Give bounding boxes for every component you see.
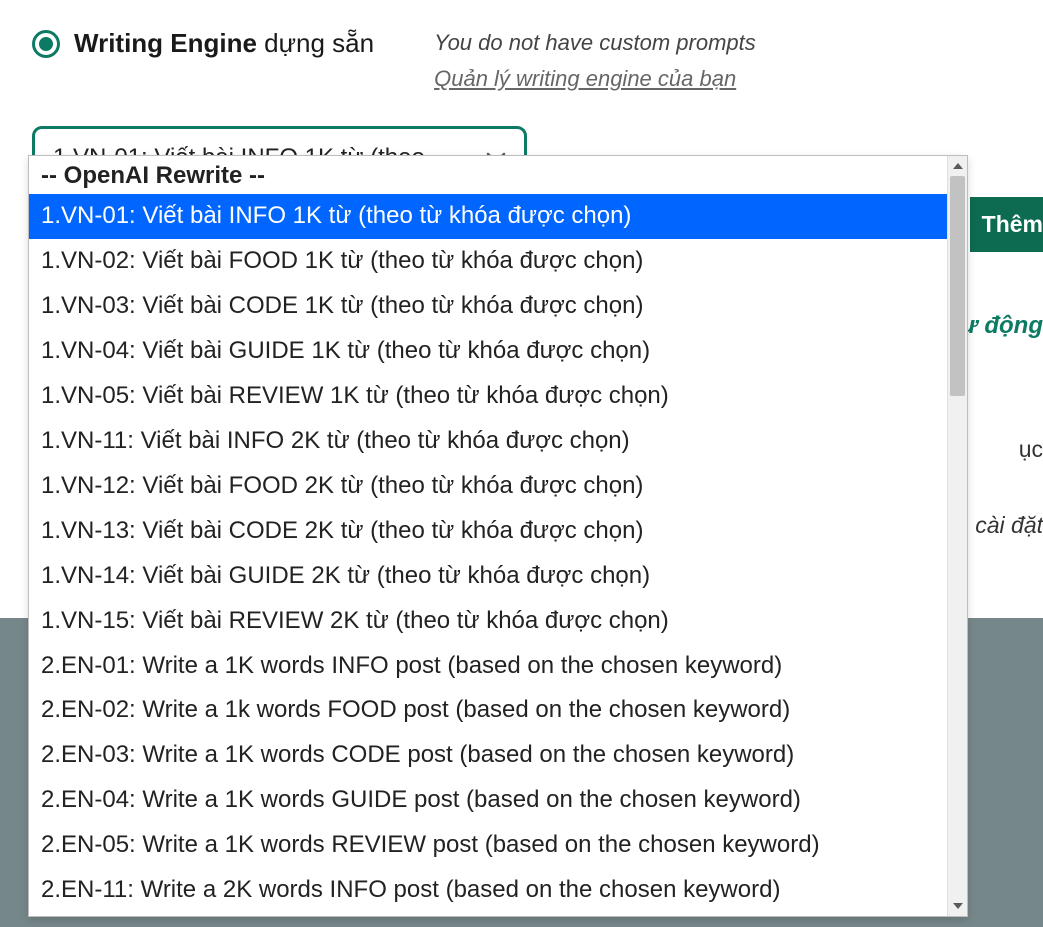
writing-engine-label-bold: Writing Engine <box>74 28 257 58</box>
scroll-thumb[interactable] <box>950 176 965 396</box>
dropdown-option[interactable]: 2.EN-12: Write a 2K words FOOD post (bas… <box>29 913 967 916</box>
dropdown-option[interactable]: 2.EN-02: Write a 1k words FOOD post (bas… <box>29 688 967 733</box>
writing-engine-dropdown[interactable]: -- OpenAI Rewrite -- 1.VN-01: Viết bài I… <box>28 155 968 917</box>
bg-text-caidat-partial: cài đặt <box>975 512 1043 539</box>
bg-auto-text-partial: ự động <box>961 312 1043 340</box>
triangle-down-icon <box>953 903 963 909</box>
dropdown-option[interactable]: 2.EN-04: Write a 1K words GUIDE post (ba… <box>29 778 967 823</box>
dropdown-option[interactable]: 2.EN-11: Write a 2K words INFO post (bas… <box>29 868 967 913</box>
dropdown-option[interactable]: 2.EN-05: Write a 1K words REVIEW post (b… <box>29 823 967 868</box>
dropdown-option[interactable]: 1.VN-04: Viết bài GUIDE 1K từ (theo từ k… <box>29 329 967 374</box>
writing-engine-label-rest: dựng sẵn <box>257 28 374 58</box>
dropdown-option[interactable]: 1.VN-11: Viết bài INFO 2K từ (theo từ kh… <box>29 419 967 464</box>
triangle-up-icon <box>953 163 963 169</box>
dropdown-option[interactable]: 1.VN-12: Viết bài FOOD 2K từ (theo từ kh… <box>29 464 967 509</box>
dropdown-option[interactable]: 2.EN-01: Write a 1K words INFO post (bas… <box>29 644 967 689</box>
no-custom-prompts-text: You do not have custom prompts <box>434 30 756 56</box>
bg-text-muc-partial: ục <box>1019 436 1043 463</box>
optgroup-openai-rewrite: -- OpenAI Rewrite -- <box>29 156 967 194</box>
dropdown-scrollbar[interactable] <box>947 156 967 916</box>
add-button-partial[interactable]: Thêm <box>970 197 1043 252</box>
dropdown-option[interactable]: 1.VN-01: Viết bài INFO 1K từ (theo từ kh… <box>29 194 967 239</box>
dropdown-option[interactable]: 1.VN-05: Viết bài REVIEW 1K từ (theo từ … <box>29 374 967 419</box>
writing-engine-radio[interactable] <box>32 30 60 58</box>
scroll-track[interactable] <box>948 176 967 896</box>
dropdown-option[interactable]: 1.VN-14: Viết bài GUIDE 2K từ (theo từ k… <box>29 554 967 599</box>
scroll-up-button[interactable] <box>948 156 967 176</box>
scroll-down-button[interactable] <box>948 896 967 916</box>
dropdown-option[interactable]: 1.VN-15: Viết bài REVIEW 2K từ (theo từ … <box>29 599 967 644</box>
dropdown-option[interactable]: 1.VN-03: Viết bài CODE 1K từ (theo từ kh… <box>29 284 967 329</box>
radio-selected-dot-icon <box>39 37 53 51</box>
dropdown-option[interactable]: 1.VN-02: Viết bài FOOD 1K từ (theo từ kh… <box>29 239 967 284</box>
dropdown-option[interactable]: 2.EN-03: Write a 1K words CODE post (bas… <box>29 733 967 778</box>
dropdown-option[interactable]: 1.VN-13: Viết bài CODE 2K từ (theo từ kh… <box>29 509 967 554</box>
writing-engine-label: Writing Engine dựng sẵn <box>74 28 374 59</box>
manage-writing-engine-link[interactable]: Quản lý writing engine của bạn <box>434 66 756 92</box>
